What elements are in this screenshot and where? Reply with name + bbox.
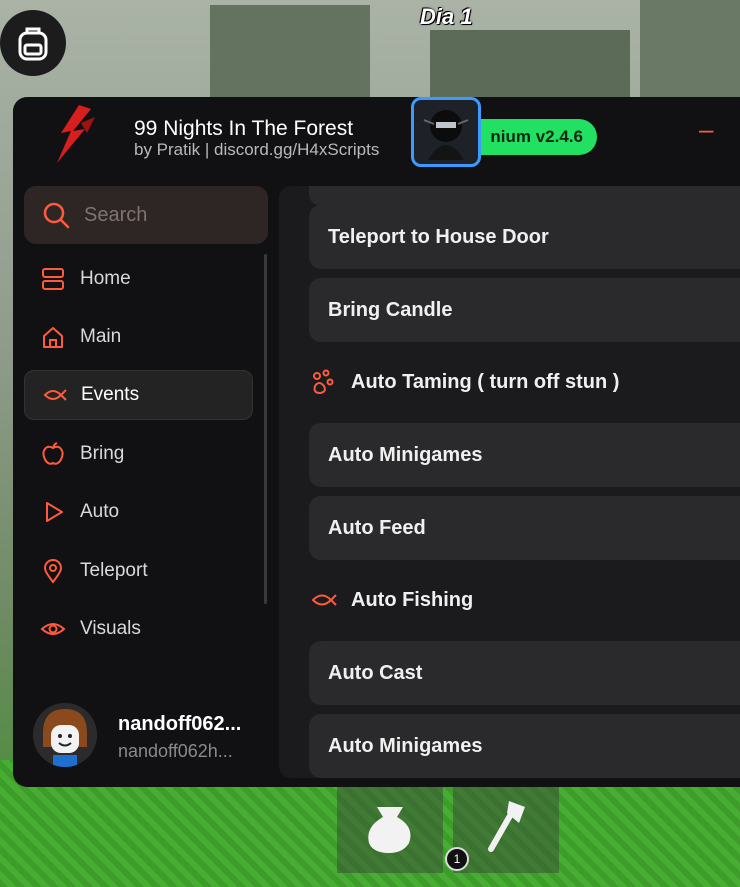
search-input[interactable]: Search xyxy=(24,186,268,244)
sidebar-item-teleport[interactable]: Teleport xyxy=(24,546,253,596)
fish-icon xyxy=(311,594,337,606)
window-titlebar[interactable]: 99 Nights In The Forest by Pratik | disc… xyxy=(13,97,740,185)
sidebar-item-main[interactable]: Main xyxy=(24,312,253,362)
hotbar-slot-sack[interactable] xyxy=(337,787,443,873)
sidebar-item-home[interactable]: Home xyxy=(24,254,253,304)
sidebar-item-events[interactable]: Events xyxy=(24,370,253,420)
sidebar-item-bring[interactable]: Bring xyxy=(24,429,253,479)
teleport-house-door-button[interactable]: Teleport to House Door xyxy=(309,205,740,269)
auto-cast-button[interactable]: Auto Cast xyxy=(309,641,740,705)
fish-icon xyxy=(43,389,67,401)
ninja-avatar-button[interactable] xyxy=(411,97,481,167)
auto-minigames-button[interactable]: Auto Minigames xyxy=(309,423,740,487)
map-pin-icon xyxy=(43,559,63,584)
sack-icon xyxy=(368,807,411,853)
sidebar-item-label: Auto xyxy=(80,501,120,522)
section-label: Auto Fishing xyxy=(351,588,474,611)
user-handle: nandoff062h... xyxy=(118,741,233,761)
sidebar-item-auto[interactable]: Auto xyxy=(24,487,253,537)
row-label: Auto Cast xyxy=(328,661,423,684)
user-profile: nandoff062... nandoff062h... xyxy=(33,703,283,773)
sidebar-item-label: Teleport xyxy=(80,560,148,581)
sidebar-item-label: Visuals xyxy=(80,618,141,639)
sidebar-scrollbar[interactable] xyxy=(264,254,267,604)
avatar xyxy=(33,703,97,767)
script-hub-window: 99 Nights In The Forest by Pratik | disc… xyxy=(13,97,740,787)
house-icon xyxy=(43,327,63,348)
section-label: Auto Taming ( turn off stun ) xyxy=(351,370,620,393)
row-label: Auto Feed xyxy=(328,516,426,539)
partial-row[interactable] xyxy=(309,186,740,206)
hotbar-slot-number: 1 xyxy=(445,847,469,871)
search-placeholder: Search xyxy=(84,203,148,226)
section-auto-fishing: Auto Fishing xyxy=(309,580,473,620)
row-label: Auto Minigames xyxy=(328,443,483,466)
section-auto-taming: Auto Taming ( turn off stun ) xyxy=(309,362,619,402)
red-dragon-logo xyxy=(57,105,95,163)
backpack-button[interactable] xyxy=(0,10,66,76)
home-grid-icon xyxy=(42,268,64,290)
sidebar-fade xyxy=(24,663,274,693)
sidebar-item-visuals[interactable]: Visuals xyxy=(24,604,253,654)
eye-icon xyxy=(40,623,66,635)
backpack-icon xyxy=(18,27,48,61)
play-icon xyxy=(46,502,63,522)
auto-minigames-fishing-button[interactable]: Auto Minigames xyxy=(309,714,740,778)
user-name: nandoff062... xyxy=(118,713,242,735)
minimize-button[interactable]: – xyxy=(699,116,717,142)
bring-candle-button[interactable]: Bring Candle xyxy=(309,278,740,342)
apple-icon xyxy=(42,442,64,465)
tree-block xyxy=(640,0,740,100)
roblox-avatar-icon xyxy=(33,703,97,767)
paw-icon xyxy=(313,369,334,395)
sidebar-item-label: Home xyxy=(80,268,131,289)
tree-block xyxy=(430,30,630,100)
search-icon xyxy=(43,202,70,229)
row-label: Auto Minigames xyxy=(328,734,483,757)
row-label: Teleport to House Door xyxy=(328,225,549,248)
ninja-icon xyxy=(423,110,469,160)
sidebar-item-label: Main xyxy=(80,326,122,347)
row-label: Bring Candle xyxy=(328,298,453,321)
sidebar-item-label: Bring xyxy=(80,443,125,464)
day-label: Dia 1 xyxy=(420,4,473,29)
window-title: 99 Nights In The Forest xyxy=(134,117,354,140)
window-subtitle: by Pratik | discord.gg/H4xScripts xyxy=(134,140,380,159)
version-badge-label: nium v2.4.6 xyxy=(490,127,583,146)
events-content-panel: Teleport to House Door Bring Candle Auto… xyxy=(279,186,740,778)
sidebar-item-label: Events xyxy=(81,384,140,405)
auto-feed-button[interactable]: Auto Feed xyxy=(309,496,740,560)
